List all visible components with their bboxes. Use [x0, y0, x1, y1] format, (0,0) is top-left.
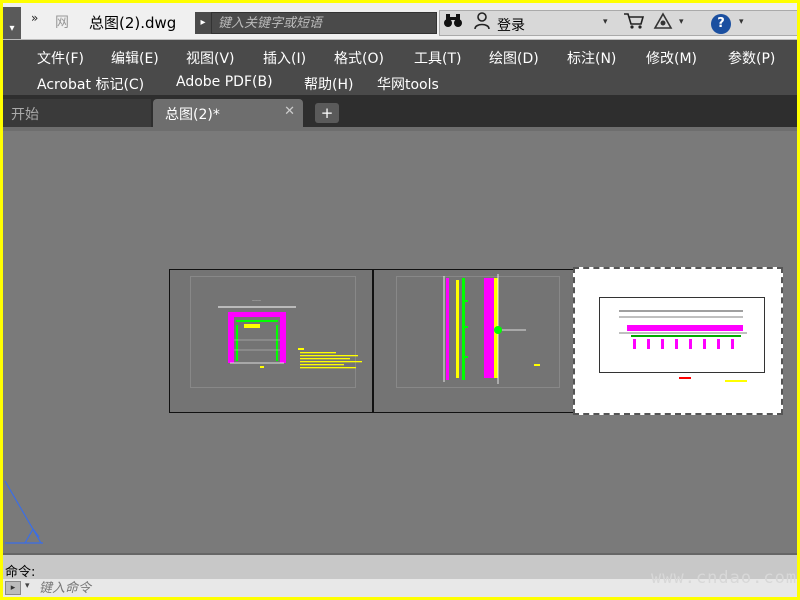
help-icon[interactable]: ?: [711, 14, 731, 34]
search-input[interactable]: [211, 12, 437, 34]
layout-2-drawing: [443, 274, 540, 384]
tab-drawing-label: 总图(2)*: [165, 107, 220, 123]
watermark: www.cndao.com: [651, 568, 797, 588]
menu-huawang-tools[interactable]: 华网tools: [377, 74, 439, 94]
title-bar: ▾ » 网 总图(2).dwg ▸ 登录 ▾ ▾ ? ▾: [3, 3, 797, 40]
menu-file[interactable]: 文件(F): [37, 48, 84, 68]
binoculars-icon[interactable]: [443, 13, 463, 33]
help-dropdown-icon[interactable]: ▾: [739, 17, 744, 27]
add-tab-icon[interactable]: +: [315, 103, 339, 123]
app-logo: 网: [55, 15, 69, 31]
layout-viewport-3[interactable]: [573, 267, 783, 415]
login-dropdown-icon[interactable]: ▾: [603, 17, 608, 27]
login-link[interactable]: 登录: [497, 15, 525, 35]
menu-adobe-pdf[interactable]: Adobe PDF(B): [176, 74, 273, 90]
layout-viewport-2[interactable]: [373, 269, 577, 413]
document-title: 总图(2).dwg: [89, 14, 177, 32]
menu-parametric[interactable]: 参数(P): [728, 48, 775, 68]
menu-view[interactable]: 视图(V): [186, 48, 235, 68]
tab-drawing[interactable]: 总图(2)* ✕: [153, 99, 303, 127]
layout-1-drawing: ———: [218, 298, 362, 369]
command-recent-dropdown-icon[interactable]: ▾: [25, 581, 30, 591]
menu-format[interactable]: 格式(O): [334, 48, 384, 68]
menu-help[interactable]: 帮助(H): [304, 74, 353, 94]
command-options-button[interactable]: ▸: [5, 581, 21, 595]
menu-draw[interactable]: 绘图(D): [489, 48, 539, 68]
app-window: ▾ » 网 总图(2).dwg ▸ 登录 ▾ ▾ ? ▾ 文件(F) 编辑(E)…: [3, 3, 797, 597]
exchange-icon[interactable]: [653, 12, 673, 34]
menu-tools[interactable]: 工具(T): [414, 48, 461, 68]
layout-3-drawing: [619, 310, 747, 382]
menu-bar: 文件(F) 编辑(E) 视图(V) 插入(I) 格式(O) 工具(T) 绘图(D…: [3, 40, 797, 95]
quick-access-dropdown[interactable]: ▾: [3, 7, 21, 39]
menu-modify[interactable]: 修改(M): [646, 48, 697, 68]
menu-insert[interactable]: 插入(I): [263, 48, 306, 68]
menu-dimension[interactable]: 标注(N): [567, 48, 616, 68]
layout-viewport-1[interactable]: ———: [169, 269, 373, 413]
cart-icon[interactable]: [623, 12, 645, 34]
drawing-canvas[interactable]: ———: [3, 131, 797, 553]
svg-text:———: ———: [252, 298, 261, 302]
menu-edit[interactable]: 编辑(E): [111, 48, 159, 68]
tab-start[interactable]: 开始: [3, 99, 151, 127]
quick-access-more-icon[interactable]: »: [31, 11, 38, 25]
user-icon[interactable]: [473, 12, 491, 34]
close-icon[interactable]: ✕: [284, 104, 295, 119]
ucs-icon: [4, 480, 43, 544]
search-expand-arrow[interactable]: ▸: [195, 12, 211, 34]
command-label: 命令:: [5, 565, 36, 580]
file-tabs: 开始 总图(2)* ✕ +: [3, 95, 797, 127]
command-input[interactable]: [39, 579, 639, 597]
exchange-dropdown-icon[interactable]: ▾: [679, 17, 684, 27]
menu-acrobat-markup[interactable]: Acrobat 标记(C): [37, 74, 144, 94]
